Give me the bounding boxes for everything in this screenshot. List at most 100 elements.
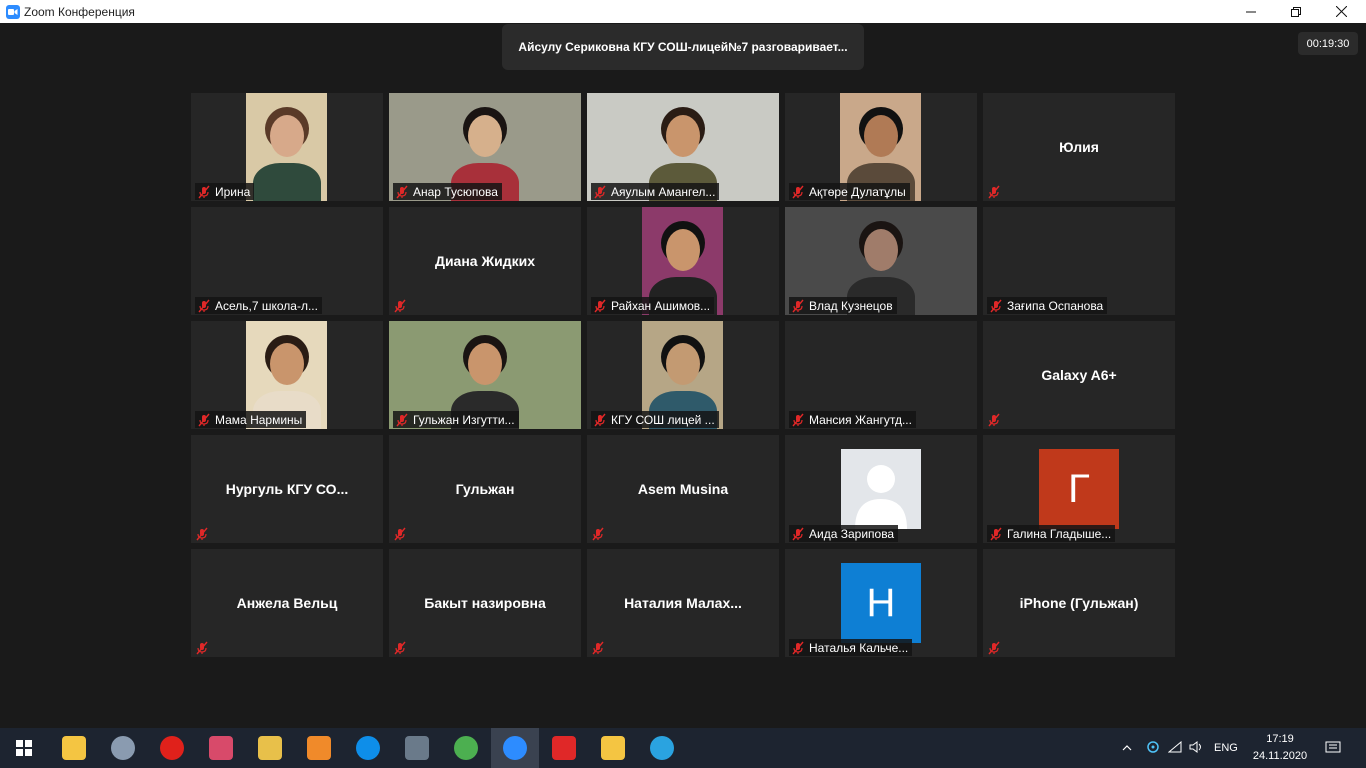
- participant-name: Ақтөре Дулатұлы: [809, 184, 906, 199]
- participant-name: Ирина: [215, 184, 251, 199]
- chevron-up-icon[interactable]: [1118, 742, 1136, 754]
- participant-name: Гульжан Изгутти...: [413, 412, 515, 427]
- participant-tile[interactable]: Бакыт назировна: [389, 549, 581, 657]
- taskbar-clock[interactable]: 17:19 24.11.2020: [1252, 731, 1308, 765]
- participant-tile[interactable]: Анар Тусюпова: [389, 93, 581, 201]
- minimize-icon: [1246, 11, 1256, 12]
- participant-tile[interactable]: Юлия: [983, 93, 1175, 201]
- participant-tile[interactable]: Мансия Жангутд...: [785, 321, 977, 429]
- mic-muted-icon: [990, 299, 1002, 312]
- close-icon: [1335, 6, 1347, 17]
- participant-name-center: Galaxy A6+: [1041, 367, 1117, 383]
- mic-muted-icon: [396, 185, 408, 198]
- notifications-icon[interactable]: [1322, 728, 1344, 768]
- participant-tile[interactable]: Ақтөре Дулатұлы: [785, 93, 977, 201]
- wifi-icon[interactable]: [1164, 740, 1186, 756]
- participant-tile[interactable]: Диана Жидких: [389, 207, 581, 315]
- participant-name-label: Галина Гладыше...: [987, 525, 1116, 542]
- participant-tile[interactable]: Влад Кузнецов: [785, 207, 977, 315]
- restore-button[interactable]: [1273, 0, 1319, 23]
- mic-muted-icon: [594, 185, 606, 198]
- paint-icon[interactable]: [197, 728, 245, 768]
- network-status-icon[interactable]: [1142, 740, 1164, 757]
- mic-muted-icon: [987, 641, 1005, 655]
- participant-name: Райхан Ашимов...: [611, 298, 711, 313]
- participant-name-label: Анар Тусюпова: [393, 183, 502, 200]
- volume-icon[interactable]: [1186, 740, 1208, 756]
- language-indicator[interactable]: ENG: [1214, 742, 1238, 754]
- participant-tile[interactable]: Мама Нармины: [191, 321, 383, 429]
- participant-name: КГУ СОШ лицей ...: [611, 412, 715, 427]
- participant-name-label: Гульжан Изгутти...: [393, 411, 519, 428]
- participant-name-center: Анжела Вельц: [236, 595, 338, 611]
- participant-name: Аида Зарипова: [809, 526, 895, 541]
- mic-muted-icon: [987, 413, 1005, 427]
- participant-name: Мама Нармины: [215, 412, 303, 427]
- participant-name-center: iPhone (Гульжан): [1019, 595, 1139, 611]
- opera-icon[interactable]: [148, 728, 196, 768]
- participant-tile[interactable]: Galaxy A6+: [983, 321, 1175, 429]
- window-title: Zoom Конференция: [24, 4, 135, 19]
- mic-muted-icon: [591, 641, 609, 655]
- mic-muted-icon: [594, 413, 606, 426]
- participant-name-center: Наталия Малах...: [624, 595, 742, 611]
- close-button[interactable]: [1318, 0, 1364, 23]
- telegram-icon[interactable]: [638, 728, 686, 768]
- participant-tile[interactable]: Г Галина Гладыше...: [983, 435, 1175, 543]
- participant-tile[interactable]: Райхан Ашимов...: [587, 207, 779, 315]
- participant-name-label: Зағипа Оспанова: [987, 297, 1108, 314]
- stats-icon[interactable]: [589, 728, 637, 768]
- participant-tile[interactable]: Н Наталья Кальче...: [785, 549, 977, 657]
- avatar-letter: Н: [841, 563, 921, 643]
- mic-muted-icon: [393, 299, 411, 313]
- participant-tile[interactable]: Анжела Вельц: [191, 549, 383, 657]
- zoom-icon[interactable]: [491, 728, 539, 768]
- participant-name-label: Аяулым Амангел...: [591, 183, 720, 200]
- participant-tile[interactable]: Наталия Малах...: [587, 549, 779, 657]
- participant-tile[interactable]: Аяулым Амангел...: [587, 93, 779, 201]
- participant-name: Зағипа Оспанова: [1007, 298, 1104, 313]
- cat-icon[interactable]: [295, 728, 343, 768]
- participant-name-center: Нургуль КГУ СО...: [225, 481, 349, 497]
- mic-muted-icon: [990, 527, 1002, 540]
- windows-start-icon[interactable]: [0, 728, 48, 768]
- chrome-icon[interactable]: [442, 728, 490, 768]
- participant-tile[interactable]: Аида Зарипова: [785, 435, 977, 543]
- mic-muted-icon: [396, 413, 408, 426]
- participant-name: Аяулым Амангел...: [611, 184, 716, 199]
- participant-name-label: Мама Нармины: [195, 411, 307, 428]
- participant-name: Наталья Кальче...: [809, 640, 909, 655]
- default-avatar-icon: [841, 449, 921, 529]
- mic-muted-icon: [393, 641, 411, 655]
- participant-name-center: Asem Musina: [637, 481, 729, 497]
- participant-tile[interactable]: КГУ СОШ лицей ...: [587, 321, 779, 429]
- participant-name: Анар Тусюпова: [413, 184, 498, 199]
- participant-tile[interactable]: Зағипа Оспанова: [983, 207, 1175, 315]
- participant-name-center: Гульжан: [455, 481, 515, 497]
- participant-name: Галина Гладыше...: [1007, 526, 1112, 541]
- teamviewer-icon[interactable]: [344, 728, 392, 768]
- system-tray: ENG: [1118, 728, 1238, 768]
- palette-icon[interactable]: [246, 728, 294, 768]
- minimize-button[interactable]: [1228, 0, 1274, 23]
- participant-tile[interactable]: Asem Musina: [587, 435, 779, 543]
- mic-muted-icon: [792, 413, 804, 426]
- participant-tile[interactable]: Асель,7 школа-л...: [191, 207, 383, 315]
- participant-name-label: Ақтөре Дулатұлы: [789, 183, 910, 200]
- meeting-timer: 00:19:30: [1298, 32, 1358, 55]
- camera-icon[interactable]: [99, 728, 147, 768]
- participant-name: Асель,7 школа-л...: [215, 298, 318, 313]
- mic-muted-icon: [792, 527, 804, 540]
- mic-muted-icon: [792, 299, 804, 312]
- participant-tile[interactable]: Гульжан: [389, 435, 581, 543]
- avatar-letter: Г: [1039, 449, 1119, 529]
- participant-tile[interactable]: Ирина: [191, 93, 383, 201]
- participant-tile[interactable]: iPhone (Гульжан): [983, 549, 1175, 657]
- calculator-icon[interactable]: [393, 728, 441, 768]
- clock-time: 17:19: [1266, 733, 1294, 745]
- mic-muted-icon: [198, 413, 210, 426]
- yandex-icon[interactable]: [540, 728, 588, 768]
- participant-tile[interactable]: Нургуль КГУ СО...: [191, 435, 383, 543]
- participant-tile[interactable]: Гульжан Изгутти...: [389, 321, 581, 429]
- explorer-icon[interactable]: [50, 728, 98, 768]
